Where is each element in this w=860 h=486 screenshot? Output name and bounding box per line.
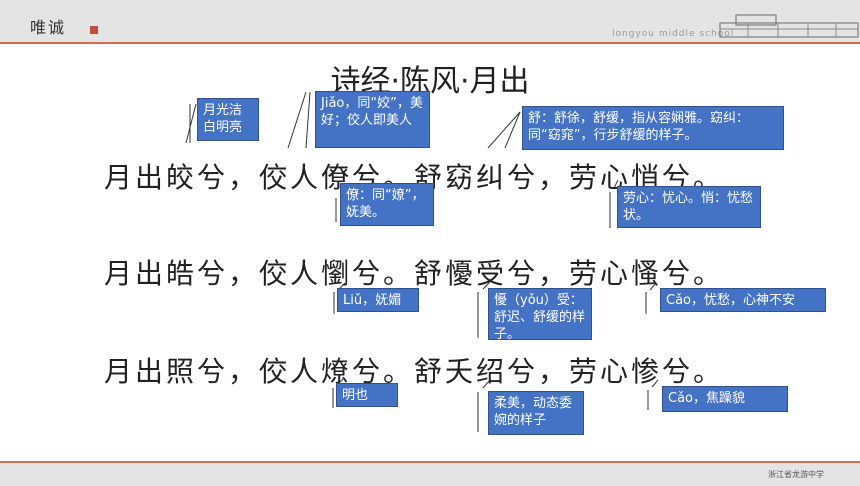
poem-line-3: 月出照兮，佼人燎兮。舒夭绍兮，劳心惨兮。	[104, 355, 725, 388]
note-jiao-beauty: Jiǎo，同“姣”，美好；佼人即美人	[315, 91, 430, 148]
school-name-en: longyou middle school	[612, 29, 735, 39]
school-building-icon	[719, 14, 859, 38]
footer-bar: 浙江省龙游中学	[0, 461, 860, 486]
note-laoxin: 劳心：忧心。悄：忧愁状。	[617, 186, 761, 228]
note-yaoshao: 柔美，动态委婉的样子	[488, 391, 584, 435]
header-bar: 唯诚 longyou middle school	[0, 0, 860, 44]
note-ming: 明也	[336, 383, 398, 407]
school-name-cn: 浙江省龙游中学	[768, 470, 824, 479]
note-cao-anxious: Cǎo，焦躁貌	[662, 386, 788, 412]
note-cao-worry: Cǎo，忧愁，心神不安	[660, 288, 826, 312]
note-liao-beauty: 僚：同“嫽”，妩美。	[340, 183, 434, 226]
poem-line-2: 月出皓兮，佼人懰兮。舒懮受兮，劳心慅兮。	[104, 257, 725, 290]
note-shu-yaojiu: 舒：舒徐，舒缓，指从容娴雅。窈纠：同“窈窕”，行步舒缓的样子。	[522, 106, 784, 150]
note-liu: Liǔ，妩媚	[337, 288, 419, 312]
logo: 唯诚	[30, 18, 67, 37]
seal-icon	[90, 26, 98, 34]
note-jiao-bright: 月光洁白明亮	[197, 98, 259, 141]
poem-title: 诗经·陈风·月出	[330, 64, 530, 99]
note-youshou: 懮（yǒu）受：舒迟、舒缓的样子。	[488, 288, 592, 340]
